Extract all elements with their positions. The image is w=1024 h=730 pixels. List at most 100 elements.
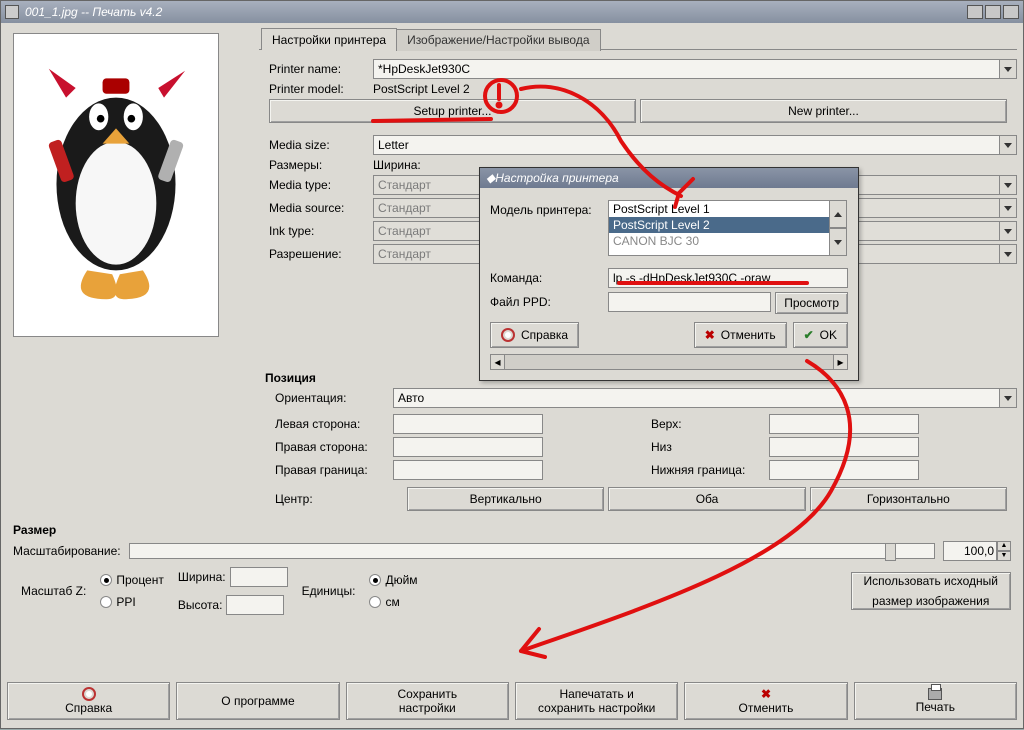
spin-up[interactable]: ▲ bbox=[997, 541, 1011, 551]
media-type-dropdown[interactable] bbox=[999, 175, 1017, 195]
use-original-size-button[interactable]: Использовать исходный размер изображения bbox=[851, 572, 1012, 610]
printer-name-label: Printer name: bbox=[269, 62, 373, 76]
use-original-l2: размер изображения bbox=[872, 594, 989, 608]
new-printer-button[interactable]: New printer... bbox=[640, 99, 1007, 123]
help-icon bbox=[82, 687, 96, 701]
print-dialog-window: 001_1.jpg -- Печать v4.2 bbox=[0, 0, 1024, 729]
print-preview[interactable] bbox=[13, 33, 219, 337]
radio-percent-label: Процент bbox=[116, 573, 164, 587]
save-settings-button[interactable]: Сохранитьнастройки bbox=[346, 682, 509, 720]
dlg-scrollbar[interactable]: ◂▸ bbox=[490, 354, 848, 370]
tab-printer-settings[interactable]: Настройки принтера bbox=[261, 28, 397, 50]
dlg-model-label: Модель принтера: bbox=[490, 200, 608, 217]
top-label: Верх: bbox=[651, 417, 769, 431]
media-size-label: Media size: bbox=[269, 138, 373, 152]
scalez-label: Масштаб Z: bbox=[21, 584, 86, 598]
scaling-spinbox[interactable]: ▲▼ bbox=[943, 541, 1011, 561]
right-label: Правая сторона: bbox=[275, 440, 393, 454]
dlg-cancel-button[interactable]: ✖Отменить bbox=[694, 322, 787, 348]
radio-cm[interactable] bbox=[369, 596, 381, 608]
maximize-button[interactable] bbox=[985, 5, 1001, 19]
printer-model-label: Printer model: bbox=[269, 82, 373, 96]
radio-inch[interactable] bbox=[369, 574, 381, 586]
size-height-label: Высота: bbox=[178, 598, 223, 612]
printer-model-listbox[interactable]: PostScript Level 1 PostScript Level 2 CA… bbox=[608, 200, 830, 256]
bottom-button-bar: Справка О программе Сохранитьнастройки Н… bbox=[7, 682, 1017, 720]
ok-icon: ✔ bbox=[804, 328, 814, 342]
units-label: Единицы: bbox=[302, 584, 356, 598]
close-button[interactable] bbox=[1003, 5, 1019, 19]
spin-down[interactable]: ▼ bbox=[997, 551, 1011, 561]
use-original-l1: Использовать исходный bbox=[864, 574, 999, 588]
list-up-button[interactable] bbox=[829, 200, 847, 228]
radio-ppi[interactable] bbox=[100, 596, 112, 608]
bottom-input[interactable] bbox=[769, 437, 919, 457]
scaling-value-input[interactable] bbox=[943, 541, 997, 561]
cancel-icon: ✖ bbox=[705, 328, 715, 342]
about-button[interactable]: О программе bbox=[176, 682, 339, 720]
setup-printer-button[interactable]: Setup printer... bbox=[269, 99, 636, 123]
orientation-label: Ориентация: bbox=[275, 391, 393, 405]
size-width-input[interactable] bbox=[230, 567, 288, 587]
scaling-slider[interactable] bbox=[129, 543, 935, 559]
media-size-dropdown[interactable] bbox=[999, 135, 1017, 155]
print-and-save-button[interactable]: Напечатать исохранить настройки bbox=[515, 682, 678, 720]
center-vertical-button[interactable]: Вертикально bbox=[407, 487, 604, 511]
right-input[interactable] bbox=[393, 437, 543, 457]
slider-thumb[interactable] bbox=[885, 543, 896, 561]
right-bound-input[interactable] bbox=[393, 460, 543, 480]
cancel-button[interactable]: ✖Отменить bbox=[684, 682, 847, 720]
media-size-input[interactable] bbox=[373, 135, 999, 155]
list-down-button[interactable] bbox=[829, 228, 847, 256]
help-icon bbox=[501, 328, 515, 342]
dlg-command-input[interactable] bbox=[608, 268, 848, 288]
center-both-button[interactable]: Оба bbox=[608, 487, 805, 511]
dialog-titlebar[interactable]: ◆ Настройка принтера bbox=[480, 168, 858, 188]
size-heading: Размер bbox=[13, 523, 1011, 537]
center-label: Центр: bbox=[275, 492, 403, 506]
list-item[interactable]: PostScript Level 2 bbox=[609, 217, 829, 233]
bottom-bound-label: Нижняя граница: bbox=[651, 463, 769, 477]
dlg-ok-button[interactable]: ✔OK bbox=[793, 322, 848, 348]
dlg-command-label: Команда: bbox=[490, 268, 608, 285]
list-item[interactable]: CANON BJC 30 bbox=[609, 233, 829, 249]
bottom-label: Низ bbox=[651, 440, 769, 454]
print-button[interactable]: Печать bbox=[854, 682, 1017, 720]
titlebar[interactable]: 001_1.jpg -- Печать v4.2 bbox=[1, 1, 1023, 23]
help-button[interactable]: Справка bbox=[7, 682, 170, 720]
size-height-input[interactable] bbox=[226, 595, 284, 615]
media-source-label: Media source: bbox=[269, 201, 373, 215]
resolution-label: Разрешение: bbox=[269, 247, 373, 261]
top-input[interactable] bbox=[769, 414, 919, 434]
scaling-label: Масштабирование: bbox=[13, 544, 121, 558]
ink-type-dropdown[interactable] bbox=[999, 221, 1017, 241]
minimize-button[interactable] bbox=[967, 5, 983, 19]
ink-type-label: Ink type: bbox=[269, 224, 373, 238]
orientation-input[interactable] bbox=[393, 388, 999, 408]
dlg-ppd-label: Файл PPD: bbox=[490, 292, 608, 309]
radio-percent[interactable] bbox=[100, 574, 112, 586]
radio-ppi-label: PPI bbox=[116, 595, 135, 609]
printer-name-dropdown[interactable] bbox=[999, 59, 1017, 79]
dlg-browse-button[interactable]: Просмотр bbox=[775, 292, 848, 314]
radio-inch-label: Дюйм bbox=[385, 573, 417, 587]
dim-width-label: Ширина: bbox=[373, 158, 435, 172]
dlg-ppd-input[interactable] bbox=[608, 292, 771, 312]
media-source-dropdown[interactable] bbox=[999, 198, 1017, 218]
preview-image bbox=[20, 40, 212, 328]
left-label: Левая сторона: bbox=[275, 417, 393, 431]
tab-image-output[interactable]: Изображение/Настройки вывода bbox=[396, 29, 600, 51]
window-icon bbox=[5, 5, 19, 19]
dlg-help-button[interactable]: Справка bbox=[490, 322, 579, 348]
left-input[interactable] bbox=[393, 414, 543, 434]
bottom-bound-input[interactable] bbox=[769, 460, 919, 480]
tabstrip: Настройки принтера Изображение/Настройки… bbox=[259, 27, 1017, 49]
orientation-dropdown[interactable] bbox=[999, 388, 1017, 408]
printer-name-input[interactable] bbox=[373, 59, 999, 79]
center-horizontal-button[interactable]: Горизонтально bbox=[810, 487, 1007, 511]
resolution-dropdown[interactable] bbox=[999, 244, 1017, 264]
media-type-label: Media type: bbox=[269, 178, 373, 192]
printer-model-value: PostScript Level 2 bbox=[373, 82, 470, 96]
list-item[interactable]: PostScript Level 1 bbox=[609, 201, 829, 217]
dialog-title-text: Настройка принтера bbox=[495, 171, 618, 185]
